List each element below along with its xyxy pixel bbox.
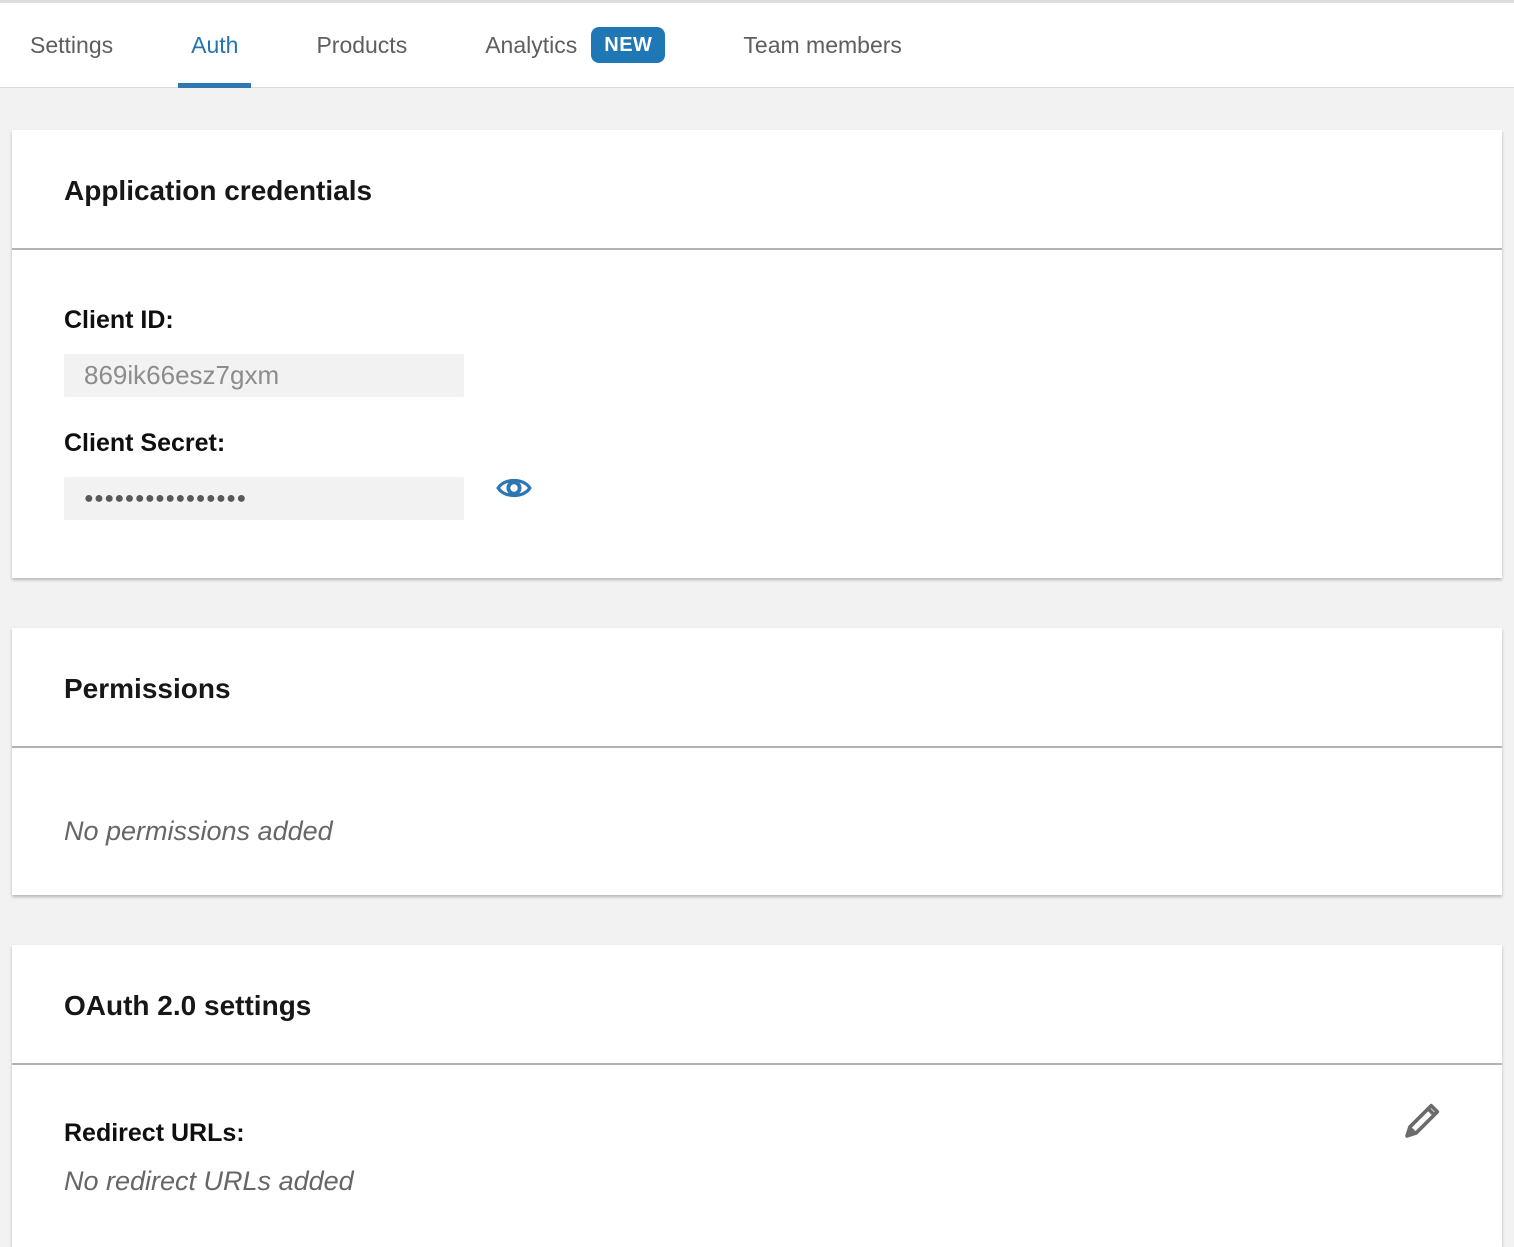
oauth-card-title: OAuth 2.0 settings [12,945,1502,1065]
edit-redirect-urls-button[interactable] [1398,1098,1446,1146]
tab-analytics-label: Analytics [485,32,577,59]
reveal-secret-button[interactable] [496,474,532,504]
no-permissions-text: No permissions added [64,816,1450,847]
permissions-card: Permissions No permissions added [12,628,1502,895]
credentials-card-body: Client ID: 869ik66esz7gxm Client Secret:… [12,250,1502,578]
client-id-value: 869ik66esz7gxm [64,354,464,397]
credentials-card-title: Application credentials [12,130,1502,250]
tab-auth[interactable]: Auth [178,3,251,87]
tab-settings[interactable]: Settings [17,3,126,87]
client-secret-label: Client Secret: [64,429,1450,458]
new-badge: NEW [591,27,665,63]
client-secret-row: ●●●●●●●●●●●●●●●● [64,458,1450,520]
client-id-label: Client ID: [64,306,1450,335]
redirect-urls-label: Redirect URLs: [64,1119,1450,1148]
tab-settings-label: Settings [30,32,113,59]
tab-auth-label: Auth [191,32,238,59]
permissions-card-body: No permissions added [12,748,1502,895]
tab-analytics[interactable]: Analytics NEW [472,3,678,87]
tab-products-label: Products [316,32,407,59]
permissions-card-title: Permissions [12,628,1502,748]
tab-products[interactable]: Products [303,3,420,87]
main-content: Application credentials Client ID: 869ik… [12,130,1502,1247]
oauth-settings-card: OAuth 2.0 settings Redirect URLs: No red… [12,945,1502,1247]
no-redirect-urls-text: No redirect URLs added [64,1166,1450,1197]
credentials-card: Application credentials Client ID: 869ik… [12,130,1502,578]
tab-team-members[interactable]: Team members [730,3,914,87]
client-secret-value: ●●●●●●●●●●●●●●●● [64,477,464,520]
pencil-icon [1399,1098,1445,1147]
eye-icon [496,474,532,505]
tab-team-members-label: Team members [743,32,901,59]
oauth-card-body: Redirect URLs: No redirect URLs added [12,1065,1502,1247]
tab-bar: Settings Auth Products Analytics NEW Tea… [0,0,1514,88]
